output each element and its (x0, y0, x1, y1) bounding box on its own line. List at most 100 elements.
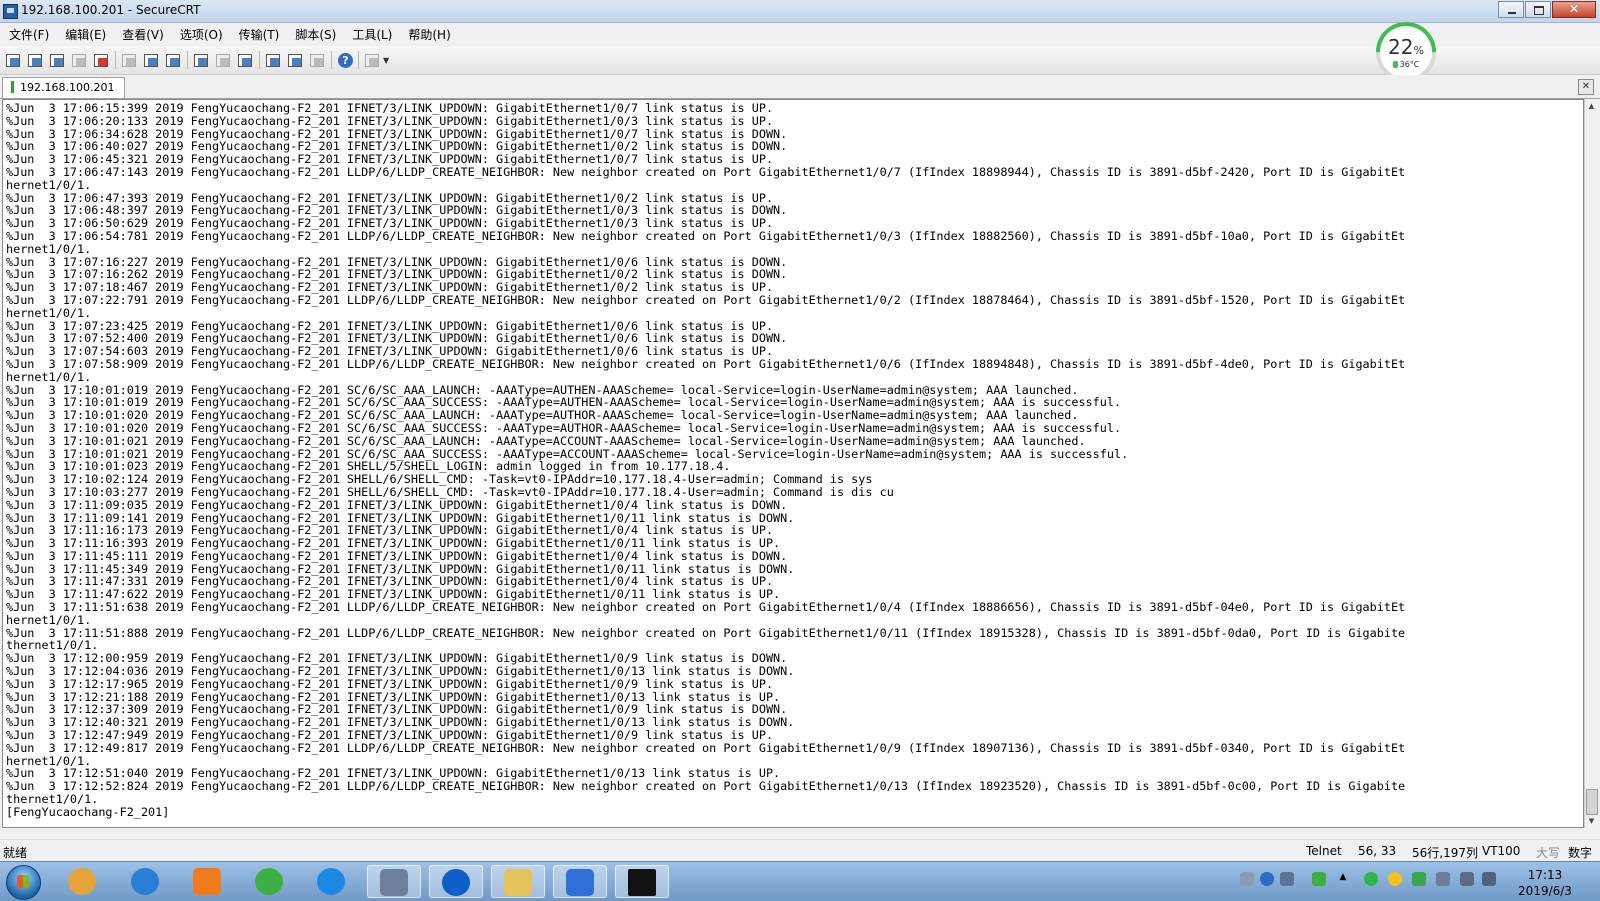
quick-connect-icon[interactable] (26, 51, 44, 69)
taskbar-app-glyph (380, 869, 408, 896)
terminal-line: %Jun 3 17:07:58:909 2019 FengYucaochang-… (6, 356, 1406, 371)
minimize-button[interactable] (1498, 1, 1524, 18)
taskbar-cloud-icon[interactable] (305, 865, 359, 898)
terminal-line: %Jun 3 17:12:49:817 2019 FengYucaochang-… (6, 740, 1406, 755)
terminal-line: %Jun 3 17:10:01:020 2019 FengYucaochang-… (6, 420, 1122, 435)
help-icon[interactable]: ? (338, 52, 353, 68)
securecrt-app-icon[interactable] (3, 4, 18, 19)
print-icon[interactable] (192, 51, 210, 69)
taskbar-app-glyph (442, 869, 470, 896)
keyboard-icon[interactable] (1240, 872, 1254, 886)
taskbar-color-app-icon[interactable] (56, 865, 110, 898)
chevron-up-icon[interactable]: ▲ (1336, 872, 1350, 886)
terminal-line: %Jun 3 17:12:04:036 2019 FengYucaochang-… (6, 664, 795, 679)
title-bar: 192.168.100.201 - SecureCRT ✕ (0, 0, 1600, 23)
session-options-icon[interactable] (264, 51, 282, 69)
terminal-line: hernet1/0/1. (6, 369, 92, 384)
global-options-icon[interactable] (286, 51, 304, 69)
chevron-down-icon[interactable]: ▼ (383, 56, 389, 65)
cpu-usage-widget[interactable]: 22% 36°C (1363, 9, 1449, 95)
cpu-temperature: 36°C (1380, 60, 1432, 69)
menu-transfer[interactable]: 传输(T) (232, 26, 287, 43)
toolbar-separator (259, 51, 260, 69)
thermometer-icon (1392, 61, 1398, 68)
print-preview-icon[interactable] (236, 51, 254, 69)
maximize-icon (1534, 6, 1544, 15)
help-icon[interactable] (1260, 872, 1274, 886)
start-button[interactable] (6, 865, 41, 900)
menu-options[interactable]: 选项(O) (173, 26, 230, 43)
terminal-line: %Jun 3 17:12:52:824 2019 FengYucaochang-… (6, 779, 1406, 794)
close-icon: ✕ (1568, 2, 1580, 16)
close-button[interactable]: ✕ (1552, 1, 1596, 18)
system-clock[interactable]: 17:13 2019/6/3 (1500, 867, 1590, 899)
taskbar-app-glyph (68, 868, 96, 895)
terminal-line: thernet1/0/1. (6, 792, 99, 807)
taskbar-app-glyph (255, 868, 283, 895)
status-caps-lock: 大写 (1536, 846, 1561, 860)
sftp-icon[interactable] (363, 51, 381, 69)
add-icon[interactable] (1388, 872, 1402, 886)
scroll-down-icon[interactable]: ▼ (1585, 814, 1598, 828)
connect-icon[interactable] (4, 51, 22, 69)
sound-mixer-icon[interactable] (1436, 872, 1450, 886)
menu-tools[interactable]: 工具(L) (345, 26, 399, 43)
monitor-icon[interactable] (1460, 872, 1474, 886)
toolbar-separator (187, 51, 188, 69)
clock-time: 17:13 (1527, 868, 1563, 882)
battery-icon[interactable] (1312, 872, 1326, 886)
status-ready: 就绪 (3, 846, 28, 860)
status-num-lock: 数字 (1568, 846, 1593, 860)
session-tab[interactable]: 192.168.100.201 (2, 77, 126, 98)
keymap-icon[interactable] (308, 51, 326, 69)
tab-close-icon[interactable]: ✕ (1578, 79, 1594, 95)
status-cursor-position: 56, 33 (1358, 844, 1397, 858)
taskbar-app-glyph (628, 869, 656, 896)
taskbar-wps-icon[interactable] (553, 865, 607, 898)
vertical-scrollbar[interactable]: ▲ ▼ (1584, 99, 1598, 828)
terminal-line: %Jun 3 17:07:22:791 2019 FengYucaochang-… (6, 292, 1406, 307)
scroll-up-icon[interactable]: ▲ (1585, 99, 1598, 113)
status-terminal-size: 56行,197列 (1412, 846, 1478, 860)
terminal-line: %Jun 3 17:06:47:143 2019 FengYucaochang-… (6, 164, 1406, 179)
taskbar-media-player-icon[interactable] (181, 865, 235, 898)
volume-icon[interactable] (1482, 872, 1496, 886)
print-setup-icon[interactable] (214, 51, 232, 69)
terminal-line: %Jun 3 17:10:01:021 2019 FengYucaochang-… (6, 433, 1086, 448)
disconnect-icon[interactable] (92, 51, 110, 69)
copy-icon[interactable] (120, 51, 138, 69)
paste-icon[interactable] (142, 51, 160, 69)
connection-status-icon (11, 81, 14, 93)
menu-script[interactable]: 脚本(S) (288, 26, 343, 43)
toolbar-separator (331, 51, 332, 69)
menu-edit[interactable]: 编辑(E) (58, 26, 113, 43)
menu-help[interactable]: 帮助(H) (401, 26, 457, 43)
menu-file[interactable]: 文件(F) (2, 26, 56, 43)
menu-view[interactable]: 查看(V) (115, 26, 171, 43)
360-safe-icon[interactable] (1364, 872, 1378, 886)
terminal-line: %Jun 3 17:06:15:399 2019 FengYucaochang-… (6, 101, 774, 115)
maximize-button[interactable] (1525, 1, 1551, 18)
shield-icon[interactable] (1412, 872, 1426, 886)
taskbar-terminal-icon[interactable] (615, 865, 669, 898)
scrollbar-thumb[interactable] (1586, 789, 1598, 815)
taskbar-teamviewer-icon[interactable] (429, 865, 483, 898)
taskbar-cashier-icon[interactable] (367, 865, 421, 898)
terminal-line: hernet1/0/1. (6, 177, 92, 192)
taskbar-360-browser-icon[interactable] (243, 865, 297, 898)
toolbar-separator (115, 51, 116, 69)
reconnect-icon[interactable] (70, 51, 88, 69)
network-icon[interactable] (1280, 872, 1294, 886)
find-icon[interactable] (164, 51, 182, 69)
terminal-output[interactable]: %Jun 3 17:06:15:399 2019 FengYucaochang-… (2, 99, 1584, 828)
taskbar-ie-icon[interactable] (119, 865, 173, 898)
taskbar-app-glyph (566, 869, 594, 896)
terminal-line: %Jun 3 17:12:17:965 2019 FengYucaochang-… (6, 676, 774, 691)
terminal-text: %Jun 3 17:06:15:399 2019 FengYucaochang-… (3, 100, 1583, 819)
connect-tab-icon[interactable] (48, 51, 66, 69)
taskbar-folder-icon[interactable] (491, 865, 545, 898)
terminal-line: %Jun 3 17:11:09:035 2019 FengYucaochang-… (6, 497, 788, 512)
status-bar: 就绪 Telnet 56, 33 56行,197列 VT100 大写 数字 (0, 839, 1600, 862)
terminal-line: %Jun 3 17:11:16:393 2019 FengYucaochang-… (6, 536, 781, 551)
toolbar-separator (358, 51, 359, 69)
